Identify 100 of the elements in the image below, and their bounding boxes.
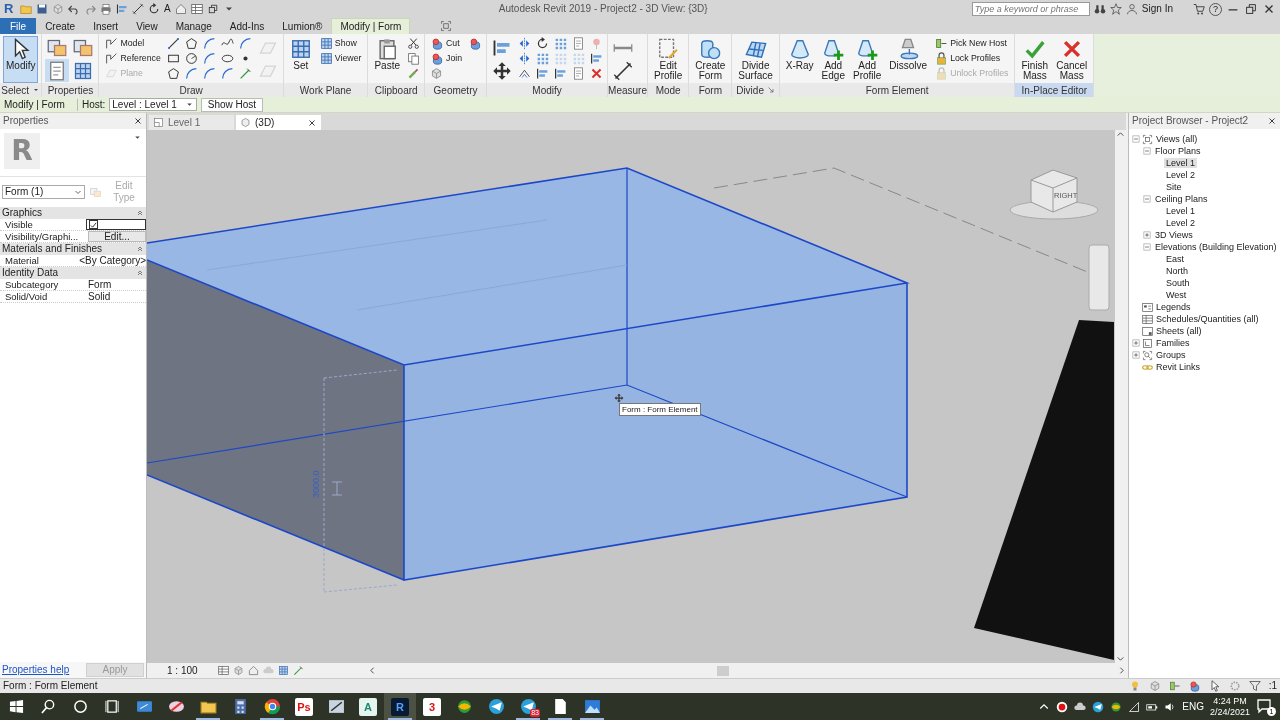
collapse-icon[interactable] (136, 209, 144, 217)
schedules-icon[interactable] (217, 665, 229, 676)
mass-form[interactable] (147, 167, 910, 581)
caret-icon[interactable] (133, 133, 142, 142)
globe-icon[interactable] (1110, 700, 1123, 713)
tree-item[interactable]: Level 1 (1164, 157, 1198, 169)
pentagon-icon[interactable] (165, 66, 182, 81)
tool-button[interactable]: Create Form (692, 36, 729, 83)
tool-button[interactable]: Modify (3, 36, 39, 83)
tree-item[interactable]: Families (1154, 337, 1192, 349)
tree-item[interactable]: West (1164, 289, 1189, 301)
tree-item[interactable]: Sheets (all) (1154, 325, 1204, 337)
close-icon[interactable] (1267, 116, 1277, 126)
tree-item[interactable]: Level 2 (1164, 169, 1198, 181)
line-icon[interactable] (165, 36, 182, 51)
ribbon-tab[interactable]: View (127, 18, 167, 34)
dark-object[interactable] (974, 320, 1114, 660)
restore-icon[interactable] (206, 3, 219, 15)
taskbar-button[interactable]: R (384, 693, 416, 720)
schedules-icon[interactable] (190, 3, 203, 15)
collapse-icon[interactable] (136, 245, 144, 253)
undo-icon[interactable] (68, 3, 80, 15)
binoculars-icon[interactable] (1093, 3, 1106, 15)
grid-icon[interactable] (277, 665, 289, 676)
type-selector[interactable]: Form (1) (2, 185, 85, 199)
tree-item[interactable]: Views (all) (1154, 133, 1200, 145)
ribbon-tab[interactable]: Create (36, 18, 85, 34)
tool-button[interactable]: Reference (102, 51, 164, 66)
app-logo[interactable]: R (4, 1, 16, 17)
help-link[interactable]: Properties help (2, 664, 70, 676)
tree-item[interactable]: Site (1164, 181, 1184, 193)
cart-icon[interactable] (1193, 3, 1205, 15)
ribbon-tab[interactable]: Insert (84, 18, 128, 34)
ribbon-tab[interactable]: Lumion® (273, 18, 332, 34)
cursor-icon[interactable] (1208, 680, 1221, 692)
tool-button[interactable]: Add Edge (818, 36, 848, 83)
tool-button[interactable]: Model (102, 36, 164, 51)
copy-icon[interactable] (405, 51, 421, 66)
sign-in-link[interactable]: Sign In (1141, 3, 1173, 15)
tool-button[interactable]: Set (286, 36, 315, 83)
printer-icon[interactable] (100, 3, 112, 15)
record-icon[interactable] (1056, 700, 1069, 713)
dimension-line[interactable] (323, 369, 398, 593)
restore-icon[interactable] (1244, 2, 1258, 16)
tool-button[interactable]: Join (428, 51, 466, 66)
globe-icon[interactable] (455, 698, 473, 715)
pick-icon[interactable] (292, 665, 304, 676)
tree-item[interactable]: Elevations (Building Elevation) (1153, 241, 1279, 253)
tool-button[interactable]: Cut (428, 36, 466, 51)
tool-button[interactable]: Add Profile (849, 36, 885, 83)
checkbox[interactable] (89, 220, 98, 229)
horizontal-scrollbar[interactable] (367, 665, 1126, 676)
tree-item[interactable]: East (1164, 253, 1186, 265)
document-tab[interactable]: Level 1 (149, 115, 234, 130)
close-icon[interactable] (133, 116, 143, 126)
shapes-icon[interactable] (1188, 680, 1201, 692)
tree-item[interactable]: South (1164, 277, 1192, 289)
taskbar-button[interactable]: A (352, 693, 384, 720)
align-icon[interactable] (116, 3, 128, 15)
tool-button[interactable]: Lock Profiles (932, 51, 1012, 66)
tool-button[interactable]: Pick New Host (932, 36, 1012, 51)
tree-item[interactable]: Schedules/Quantities (all) (1154, 313, 1261, 325)
tree-item[interactable]: Level 2 (1164, 217, 1198, 229)
star-icon[interactable] (1109, 3, 1122, 15)
start-icon[interactable] (8, 699, 24, 714)
host-icon[interactable] (1168, 680, 1181, 692)
tool-button[interactable]: Finish Mass (1018, 36, 1052, 83)
tree-item[interactable]: Level 1 (1164, 205, 1198, 217)
tree-item[interactable]: Floor Plans (1153, 145, 1203, 157)
task-view-icon[interactable] (104, 699, 120, 714)
scale-label[interactable]: 1 : 100 (167, 664, 198, 677)
expand-icon[interactable] (1131, 350, 1141, 360)
app-icon[interactable]: Ps (295, 697, 313, 716)
language-indicator[interactable]: ENG (1182, 700, 1204, 713)
scissors-icon[interactable] (405, 36, 421, 51)
card-icon[interactable] (135, 698, 153, 715)
app-icon[interactable]: A (359, 697, 377, 716)
expand-icon[interactable] (1131, 338, 1141, 348)
close-icon[interactable] (307, 117, 317, 128)
expand-icon[interactable] (1142, 230, 1152, 240)
document-icon[interactable] (45, 59, 70, 82)
tree-item[interactable]: 3D Views (1153, 229, 1195, 241)
tool-button[interactable]: Cancel Mass (1053, 36, 1091, 83)
person-icon[interactable] (1125, 3, 1138, 15)
circle-icon[interactable] (72, 699, 88, 714)
search-icon[interactable] (40, 699, 56, 714)
photo-icon[interactable] (583, 698, 601, 715)
tree-item[interactable]: Legends (1154, 301, 1193, 313)
wifi-icon[interactable] (1128, 700, 1141, 713)
tool-button[interactable]: Dissolve (886, 36, 931, 83)
dimension-icon[interactable] (132, 3, 144, 15)
vertical-scrollbar[interactable] (1115, 130, 1126, 663)
notifications-icon[interactable] (1256, 697, 1272, 714)
house-icon[interactable] (174, 3, 187, 15)
dialog-launcher-icon[interactable] (766, 86, 775, 94)
tool-button[interactable]: Show (316, 36, 365, 51)
rotate-icon[interactable] (148, 3, 160, 15)
ribbon-tab[interactable]: Modify | Form (331, 18, 411, 34)
save-icon[interactable] (36, 3, 48, 15)
tree-item[interactable]: Revit Links (1154, 361, 1202, 373)
